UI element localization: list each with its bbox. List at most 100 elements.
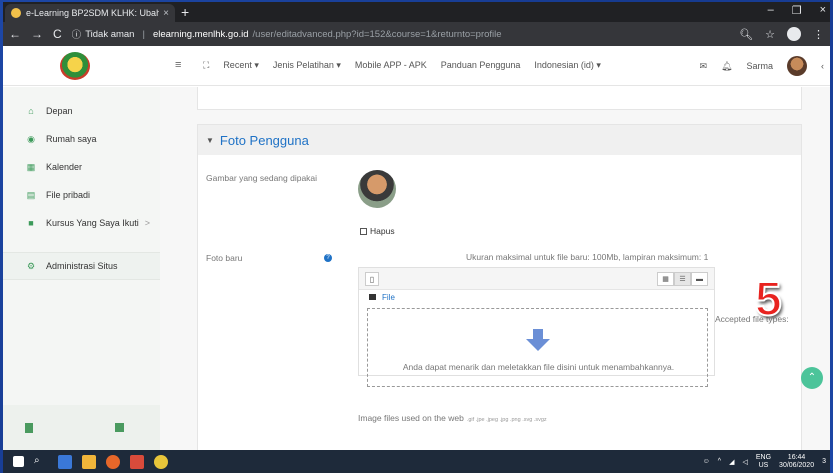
sidebar-item-depan[interactable]: ⌂ Depan	[3, 97, 160, 125]
nav-item-recent[interactable]: Recent ▾	[223, 60, 259, 71]
network-icon[interactable]: ◢	[729, 458, 734, 466]
reload-button[interactable]: C	[53, 27, 62, 41]
task-view-icon[interactable]	[58, 454, 72, 469]
new-tab-button[interactable]: +	[181, 4, 189, 20]
volume-icon[interactable]: ◁	[742, 458, 747, 466]
gear-icon: ⚙	[26, 260, 36, 271]
url-separator: |	[142, 28, 145, 40]
language-indicator[interactable]: ENG US	[756, 454, 771, 470]
current-picture-label: Gambar yang sedang dipakai	[206, 173, 318, 183]
calendar-icon: ▦	[26, 161, 36, 172]
drawer-collapse-icon[interactable]: ‹	[821, 61, 824, 71]
security-label: Tidak aman	[85, 28, 135, 40]
clock[interactable]: 16:44 30/06/2020	[779, 454, 814, 470]
menu-toggle-button[interactable]: ≡	[175, 59, 181, 71]
sidebar-item-label: Administrasi Situs	[46, 261, 118, 271]
sidebar-item-label: Depan	[46, 106, 73, 116]
view-switcher: ▦ ☰ ▬	[657, 272, 708, 286]
chrome-icon[interactable]	[154, 454, 168, 469]
expand-icon[interactable]: ⛶	[203, 60, 209, 71]
file-icon[interactable]	[25, 423, 33, 433]
address-bar[interactable]: ⓘ Tidak aman | elearning.menlhk.go.id/us…	[72, 27, 739, 42]
app-icon[interactable]	[130, 454, 144, 469]
minimize-button[interactable]: –	[768, 4, 774, 17]
info-icon[interactable]: ⓘ	[72, 27, 82, 41]
main-content: ▼ Foto Pengguna Gambar yang sedang dipak…	[160, 87, 830, 450]
previous-section-card	[197, 87, 802, 110]
url-host: elearning.menlhk.go.id	[152, 28, 249, 40]
foto-pengguna-section: ▼ Foto Pengguna Gambar yang sedang dipak…	[197, 124, 802, 450]
new-photo-label: Foto baru	[206, 253, 243, 263]
region-code: US	[758, 461, 769, 469]
people-icon[interactable]: ☺	[703, 458, 710, 465]
site-navbar: ≡ ⛶ Recent ▾ Jenis Pelatihan ▾ Mobile AP…	[3, 46, 830, 86]
messages-icon[interactable]: ✉	[700, 61, 708, 72]
overlay-number: 5	[754, 272, 783, 327]
add-file-button[interactable]: ▯	[365, 272, 379, 286]
image-files-text: Image files used on the web	[358, 413, 464, 423]
tab-close-icon[interactable]: ×	[163, 8, 169, 19]
browser-toolbar: ← → C ⓘ Tidak aman | elearning.menlhk.go…	[3, 22, 830, 46]
user-name[interactable]: Sarma	[746, 61, 773, 71]
size-limit-text: Ukuran maksimal untuk file baru: 100Mb, …	[466, 252, 709, 262]
browser-tab[interactable]: e-Learning BP2SDM KLHK: Ubah ×	[5, 4, 175, 22]
windows-taskbar: ⌕ ☺ ^ ◢ ◁ ENG US 16:44 30/06/2020 3	[3, 450, 830, 473]
checkbox-box[interactable]	[360, 227, 367, 235]
home-icon: ⌂	[28, 106, 34, 116]
sidebar-item-label: Kalender	[46, 162, 83, 172]
file-picker: ▯ ▦ ☰ ▬ File Anda dapat menarik dan mele…	[358, 267, 715, 387]
nav-item-language[interactable]: Indonesian (id) ▾	[534, 60, 601, 71]
nav-item-mobile-app[interactable]: Mobile APP - APK	[355, 60, 427, 71]
delete-label: Hapus	[370, 226, 395, 236]
zoom-icon[interactable]: 🔍︎	[739, 28, 753, 41]
sidebar: ⌂ Depan ◉ Rumah saya ▦ Kalender ▤ File p…	[3, 87, 160, 450]
notifications-icon[interactable]: 3	[822, 458, 826, 465]
avatar[interactable]	[787, 56, 807, 76]
nav-item-panduan[interactable]: Panduan Pengguna	[441, 60, 521, 71]
help-icon[interactable]: ?	[324, 254, 332, 262]
search-icon[interactable]: ⌕	[34, 455, 48, 469]
nav-user-area: ✉ 🔔︎ Sarma ‹	[700, 56, 824, 76]
sidebar-item-label: Kursus Yang Saya Ikuti	[46, 218, 139, 228]
maximize-button[interactable]: ❐	[792, 4, 802, 17]
forward-button[interactable]: →	[31, 27, 43, 41]
path-root-link[interactable]: File	[382, 293, 395, 302]
desktop-background: e-Learning BP2SDM KLHK: Ubah × + – ❐ × ←…	[0, 0, 833, 473]
block-icon[interactable]	[115, 423, 124, 432]
list-view-button[interactable]: ☰	[674, 272, 691, 286]
browser-tabbar: e-Learning BP2SDM KLHK: Ubah × + – ❐ ×	[3, 2, 830, 22]
section-header[interactable]: ▼ Foto Pengguna	[198, 125, 801, 155]
start-icon[interactable]	[13, 456, 24, 467]
clock-date: 30/06/2020	[779, 461, 815, 469]
current-user-picture	[358, 170, 396, 208]
sidebar-item-file-pribadi[interactable]: ▤ File pribadi	[3, 181, 160, 209]
sidebar-item-kursus[interactable]: ■ Kursus Yang Saya Ikuti >	[3, 209, 160, 237]
profile-icon[interactable]	[787, 27, 801, 41]
site-logo[interactable]	[60, 52, 90, 80]
sidebar-item-label: File pribadi	[46, 190, 91, 200]
firefox-icon[interactable]	[106, 454, 120, 469]
delete-picture-checkbox[interactable]: Hapus	[360, 226, 395, 236]
sidebar-item-administrasi[interactable]: ⚙ Administrasi Situs	[3, 252, 160, 280]
back-button[interactable]: ←	[9, 27, 21, 41]
file-explorer-icon[interactable]	[82, 454, 96, 469]
notifications-icon[interactable]: 🔔︎	[721, 61, 732, 72]
bookmark-star-icon[interactable]: ☆	[765, 28, 775, 41]
toolbar-actions: 🔍︎ ☆ ⋮	[739, 27, 824, 41]
tab-title: e-Learning BP2SDM KLHK: Ubah	[26, 8, 160, 18]
sidebar-item-kalender[interactable]: ▦ Kalender	[3, 153, 160, 181]
more-menu-icon[interactable]: ⋮	[813, 28, 824, 41]
lang-code: ENG	[755, 453, 772, 461]
sidebar-item-rumah-saya[interactable]: ◉ Rumah saya	[3, 125, 160, 153]
close-window-button[interactable]: ×	[820, 4, 826, 17]
file-path-bar: File	[359, 290, 714, 304]
chevron-right-icon: >	[144, 218, 150, 228]
file-picker-toolbar: ▯ ▦ ☰ ▬	[359, 268, 714, 290]
folder-icon	[369, 294, 376, 300]
icon-view-button[interactable]: ▦	[657, 272, 674, 286]
show-hidden-icons[interactable]: ^	[718, 458, 721, 465]
drop-zone[interactable]: Anda dapat menarik dan meletakkan file d…	[367, 308, 708, 387]
nav-item-jenis-pelatihan[interactable]: Jenis Pelatihan ▾	[273, 60, 341, 71]
tree-view-button[interactable]: ▬	[691, 272, 708, 286]
scroll-to-top-button[interactable]: ⌃	[801, 367, 823, 389]
